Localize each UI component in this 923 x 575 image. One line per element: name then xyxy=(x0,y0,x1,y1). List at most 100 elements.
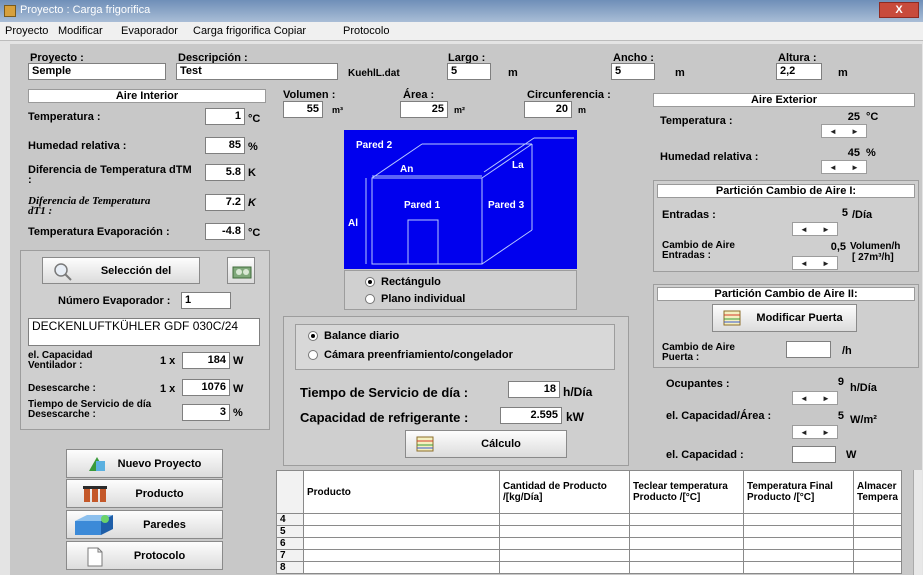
radio-balance-diario[interactable] xyxy=(308,331,318,342)
table-row[interactable]: 8 xyxy=(276,561,902,574)
table-row[interactable]: 6 xyxy=(276,537,902,550)
plano-option[interactable]: Plano individual xyxy=(365,293,465,305)
table-cell[interactable] xyxy=(303,561,500,574)
spin-left-icon[interactable]: ◄ xyxy=(800,259,808,268)
table-cell[interactable] xyxy=(629,561,744,574)
protocolo-button[interactable]: Protocolo xyxy=(66,541,223,570)
tiempo-servicio-field[interactable]: 18 xyxy=(508,381,560,398)
tiempo-servicio-unit: h/Día xyxy=(563,385,593,399)
table-row[interactable]: 7 xyxy=(276,549,902,562)
menu-evaporador[interactable]: Evaporador xyxy=(121,25,178,37)
descripcion-field[interactable]: Test xyxy=(176,63,338,80)
cap-ventilador-field[interactable]: 184 xyxy=(182,352,230,369)
table-cell[interactable] xyxy=(629,525,744,538)
table-cell[interactable] xyxy=(853,561,902,574)
header-almacen[interactable]: Almacer Tempera xyxy=(853,470,902,514)
table-cell[interactable] xyxy=(629,513,744,526)
circunferencia-field[interactable]: 20 xyxy=(524,101,572,118)
spin-right-icon[interactable]: ► xyxy=(822,259,830,268)
evaporador-image-button[interactable] xyxy=(227,257,255,284)
menu-proyecto[interactable]: Proyecto xyxy=(5,25,48,37)
volumen-field[interactable]: 55 xyxy=(283,101,323,118)
entradas-spinner[interactable]: ◄ ► xyxy=(792,222,838,236)
table-cell[interactable] xyxy=(499,549,630,562)
spin-right-icon[interactable]: ► xyxy=(822,394,830,403)
spin-left-icon[interactable]: ◄ xyxy=(829,127,837,136)
spin-left-icon[interactable]: ◄ xyxy=(800,394,808,403)
capacidad-refrigerante-field[interactable]: 2.595 xyxy=(500,407,562,424)
table-cell[interactable] xyxy=(629,549,744,562)
table-cell[interactable] xyxy=(853,537,902,550)
spin-right-icon[interactable]: ► xyxy=(851,127,859,136)
radio-plano[interactable] xyxy=(365,294,375,305)
dtt-field[interactable]: 7.2 xyxy=(205,194,245,211)
paredes-button[interactable]: Paredes xyxy=(66,510,223,539)
ancho-field[interactable]: 5 xyxy=(611,63,655,80)
table-row[interactable]: 5 xyxy=(276,525,902,538)
largo-field[interactable]: 5 xyxy=(447,63,491,80)
table-cell[interactable] xyxy=(499,561,630,574)
table-cell[interactable] xyxy=(743,525,854,538)
table-scrollbar[interactable] xyxy=(913,470,922,575)
table-cell[interactable] xyxy=(499,513,630,526)
spin-right-icon[interactable]: ► xyxy=(822,428,830,437)
table-cell[interactable] xyxy=(743,561,854,574)
table-cell[interactable] xyxy=(629,537,744,550)
calculo-button[interactable]: Cálculo xyxy=(405,430,567,458)
table-cell[interactable] xyxy=(303,537,500,550)
camara-option[interactable]: Cámara preenfriamiento/congelador xyxy=(308,349,513,361)
modificar-puerta-button[interactable]: Modificar Puerta xyxy=(712,304,857,332)
table-cell[interactable] xyxy=(303,549,500,562)
evaporacion-field[interactable]: -4.8 xyxy=(205,223,245,240)
header-cantidad[interactable]: Cantidad de Producto /[kg/Día] xyxy=(499,470,630,514)
tiempo-desescarche-field[interactable]: 3 xyxy=(182,404,230,421)
desescarche-field[interactable]: 1076 xyxy=(182,379,230,396)
producto-button[interactable]: Producto xyxy=(66,479,223,508)
table-cell[interactable] xyxy=(853,513,902,526)
ext-humedad-spinner[interactable]: ◄ ► xyxy=(821,160,867,174)
altura-field[interactable]: 2,2 xyxy=(776,63,822,80)
humedad-field[interactable]: 85 xyxy=(205,137,245,154)
cambio-entradas-spinner[interactable]: ◄ ► xyxy=(792,256,838,270)
rectangulo-option[interactable]: Rectángulo xyxy=(365,276,441,288)
table-cell[interactable] xyxy=(743,549,854,562)
cap-field[interactable] xyxy=(792,446,836,463)
table-cell[interactable] xyxy=(853,549,902,562)
table-cell[interactable] xyxy=(743,513,854,526)
table-cell[interactable] xyxy=(853,525,902,538)
temperatura-field[interactable]: 1 xyxy=(205,108,245,125)
table-cell[interactable] xyxy=(303,513,500,526)
spin-left-icon[interactable]: ◄ xyxy=(829,163,837,172)
table-cell[interactable] xyxy=(499,525,630,538)
ocupantes-spinner[interactable]: ◄ ► xyxy=(792,391,838,405)
menu-modificar[interactable]: Modificar xyxy=(58,25,103,37)
spin-right-icon[interactable]: ► xyxy=(822,225,830,234)
ext-temperatura-spinner[interactable]: ◄ ► xyxy=(821,124,867,138)
cap-area-label: el. Capacidad/Área : xyxy=(666,410,772,422)
nuevo-proyecto-button[interactable]: Nuevo Proyecto xyxy=(66,449,223,478)
header-teclear[interactable]: Teclear temperatura Producto /[°C] xyxy=(629,470,744,514)
table-cell[interactable] xyxy=(499,537,630,550)
dtm-field[interactable]: 5.8 xyxy=(205,164,245,181)
menu-carga-copiar[interactable]: Carga frigorifica Copiar xyxy=(193,25,306,37)
cambio-entradas-label: Cambio de Aire Entradas : xyxy=(662,240,735,261)
close-button[interactable]: X xyxy=(879,2,919,18)
seleccion-button[interactable]: Selección del xyxy=(42,257,200,284)
header-producto[interactable]: Producto xyxy=(303,470,500,514)
proyecto-field[interactable]: Semple xyxy=(28,63,166,80)
menu-protocolo[interactable]: Protocolo xyxy=(343,25,389,37)
spin-left-icon[interactable]: ◄ xyxy=(800,225,808,234)
cambio-puerta-field[interactable] xyxy=(786,341,831,358)
table-cell[interactable] xyxy=(743,537,854,550)
numero-evaporador-field[interactable]: 1 xyxy=(181,292,231,309)
cap-area-spinner[interactable]: ◄ ► xyxy=(792,425,838,439)
header-temp-final[interactable]: Temperatura Final Producto /[°C] xyxy=(743,470,854,514)
area-field[interactable]: 25 xyxy=(400,101,448,118)
radio-rectangulo[interactable] xyxy=(365,277,375,288)
table-row[interactable]: 4 xyxy=(276,513,902,526)
radio-camara[interactable] xyxy=(308,350,318,361)
balance-diario-option[interactable]: Balance diario xyxy=(308,330,399,342)
spin-right-icon[interactable]: ► xyxy=(851,163,859,172)
spin-left-icon[interactable]: ◄ xyxy=(800,428,808,437)
table-cell[interactable] xyxy=(303,525,500,538)
